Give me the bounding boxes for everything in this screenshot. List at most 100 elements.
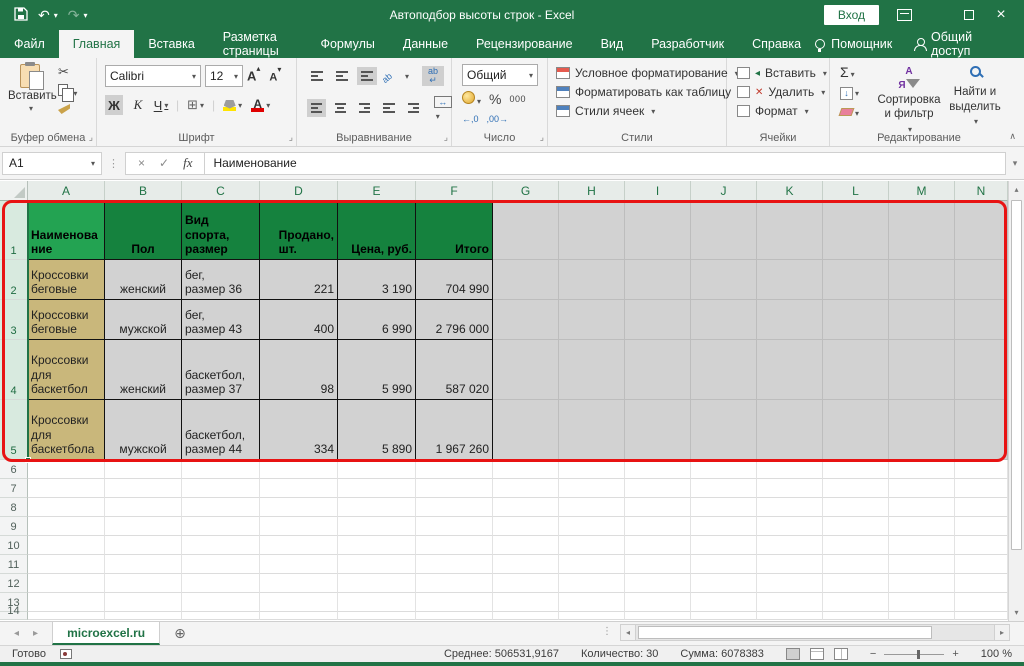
cell-F1[interactable]: Итого xyxy=(416,201,493,260)
percent-style-button[interactable]: % xyxy=(489,91,501,107)
autosum-button[interactable]: Σ▾ xyxy=(840,64,859,80)
cell-L1[interactable] xyxy=(823,201,889,260)
cell-I3[interactable] xyxy=(625,300,691,340)
cell-C8[interactable] xyxy=(182,498,260,517)
column-header-N[interactable]: N xyxy=(955,181,1008,201)
cell-A3[interactable]: Кроссовки беговые xyxy=(28,300,105,340)
cell-G10[interactable] xyxy=(493,536,559,555)
cell-J3[interactable] xyxy=(691,300,757,340)
cell-L3[interactable] xyxy=(823,300,889,340)
column-header-K[interactable]: K xyxy=(757,181,823,201)
page-break-view-icon[interactable] xyxy=(834,648,848,660)
cell-A13[interactable] xyxy=(28,593,105,612)
cell-L10[interactable] xyxy=(823,536,889,555)
cell-N12[interactable] xyxy=(955,574,1008,593)
cell-G9[interactable] xyxy=(493,517,559,536)
cell-H3[interactable] xyxy=(559,300,625,340)
cell-K10[interactable] xyxy=(757,536,823,555)
cell-H8[interactable] xyxy=(559,498,625,517)
conditional-formatting-button[interactable]: Условное форматирование▾ xyxy=(556,66,742,80)
cell-M5[interactable] xyxy=(889,400,955,460)
cell-A4[interactable]: Кроссовки для баскетбол xyxy=(28,340,105,400)
cell-G3[interactable] xyxy=(493,300,559,340)
format-painter-button[interactable] xyxy=(58,103,77,117)
row-header-5[interactable]: 5 xyxy=(0,400,28,460)
cell-K8[interactable] xyxy=(757,498,823,517)
add-sheet-icon[interactable]: ⊕ xyxy=(160,622,200,645)
cell-C2[interactable]: бег, размер 36 xyxy=(182,260,260,300)
decrease-indent-icon[interactable] xyxy=(379,99,398,117)
cell-F3[interactable]: 2 796 000 xyxy=(416,300,493,340)
cell-M1[interactable] xyxy=(889,201,955,260)
share-button[interactable]: Общий доступ xyxy=(914,30,1006,58)
formula-input[interactable]: Наименование xyxy=(205,152,1006,175)
font-color-button[interactable]: А▾ xyxy=(250,97,271,113)
cell-C4[interactable]: баскетбол, размер 37 xyxy=(182,340,260,400)
cell-L12[interactable] xyxy=(823,574,889,593)
cell-L9[interactable] xyxy=(823,517,889,536)
cell-D6[interactable] xyxy=(260,460,338,479)
format-as-table-button[interactable]: Форматировать как таблицу▾ xyxy=(556,85,742,99)
cell-M14[interactable] xyxy=(889,612,955,620)
cell-K6[interactable] xyxy=(757,460,823,479)
cell-E7[interactable] xyxy=(338,479,416,498)
tab-разметка-страницы[interactable]: Разметка страницы xyxy=(209,30,307,58)
cell-E6[interactable] xyxy=(338,460,416,479)
cell-I14[interactable] xyxy=(625,612,691,620)
sheet-prev-icon[interactable]: ◂ xyxy=(14,628,19,639)
cell-G5[interactable] xyxy=(493,400,559,460)
cell-H5[interactable] xyxy=(559,400,625,460)
column-header-M[interactable]: M xyxy=(889,181,955,201)
increase-indent-icon[interactable] xyxy=(404,99,423,117)
cell-C7[interactable] xyxy=(182,479,260,498)
cell-G6[interactable] xyxy=(493,460,559,479)
cell-C11[interactable] xyxy=(182,555,260,574)
cell-F13[interactable] xyxy=(416,593,493,612)
cell-H11[interactable] xyxy=(559,555,625,574)
cell-K11[interactable] xyxy=(757,555,823,574)
name-box[interactable]: A1▾ xyxy=(2,152,102,175)
cell-G14[interactable] xyxy=(493,612,559,620)
cell-E4[interactable]: 5 990 xyxy=(338,340,416,400)
cell-F2[interactable]: 704 990 xyxy=(416,260,493,300)
decrease-font-icon[interactable]: А▾ xyxy=(269,69,286,84)
maximize-button[interactable] xyxy=(962,8,976,23)
cell-M8[interactable] xyxy=(889,498,955,517)
cell-C1[interactable]: Вид спорта, размер xyxy=(182,201,260,260)
cell-D8[interactable] xyxy=(260,498,338,517)
cell-I1[interactable] xyxy=(625,201,691,260)
cell-E12[interactable] xyxy=(338,574,416,593)
font-name-combo[interactable]: Calibri▾ xyxy=(105,65,201,87)
macro-record-icon[interactable] xyxy=(60,649,72,659)
qat-customize-icon[interactable]: ▾ xyxy=(83,11,87,20)
cell-H4[interactable] xyxy=(559,340,625,400)
cell-G13[interactable] xyxy=(493,593,559,612)
row-header-2[interactable]: 2 xyxy=(0,260,28,300)
cell-L2[interactable] xyxy=(823,260,889,300)
cell-B13[interactable] xyxy=(105,593,182,612)
column-header-F[interactable]: F xyxy=(416,181,493,201)
cell-E1[interactable]: Цена, руб. xyxy=(338,201,416,260)
row-header-9[interactable]: 9 xyxy=(0,517,28,536)
ribbon-display-options-icon[interactable] xyxy=(897,9,912,21)
cell-J8[interactable] xyxy=(691,498,757,517)
cell-D7[interactable] xyxy=(260,479,338,498)
cell-H10[interactable] xyxy=(559,536,625,555)
cell-I13[interactable] xyxy=(625,593,691,612)
row-header-6[interactable]: 6 xyxy=(0,460,28,479)
undo-dropdown-icon[interactable]: ▾ xyxy=(54,11,58,20)
cell-B1[interactable]: Пол xyxy=(105,201,182,260)
cell-E3[interactable]: 6 990 xyxy=(338,300,416,340)
cell-B3[interactable]: мужской xyxy=(105,300,182,340)
cell-F11[interactable] xyxy=(416,555,493,574)
save-icon[interactable] xyxy=(14,7,28,23)
column-header-C[interactable]: C xyxy=(182,181,260,201)
enter-icon[interactable]: ✓ xyxy=(159,156,169,170)
cell-H1[interactable] xyxy=(559,201,625,260)
accounting-format-button[interactable]: ▾ xyxy=(462,91,481,107)
collapse-ribbon-icon[interactable]: ∧ xyxy=(1009,131,1016,142)
cell-L14[interactable] xyxy=(823,612,889,620)
orientation-icon[interactable] xyxy=(382,69,398,83)
cell-H12[interactable] xyxy=(559,574,625,593)
row-header-8[interactable]: 8 xyxy=(0,498,28,517)
